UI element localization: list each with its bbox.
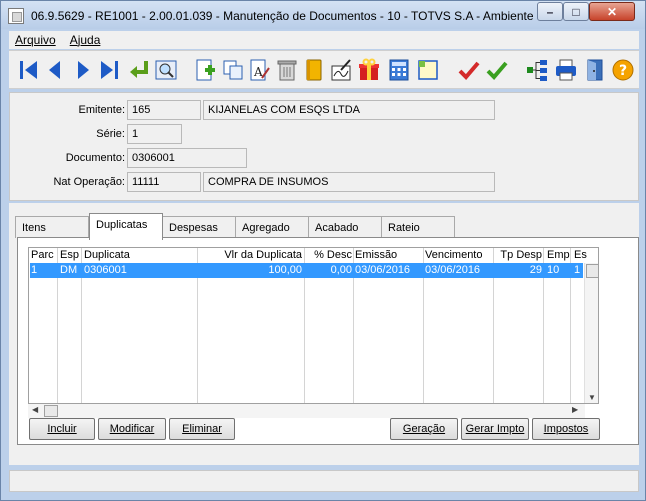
app-icon [8,8,24,24]
duplicatas-grid: Parc Esp Duplicata Vlr da Duplicata % De… [28,247,599,404]
confirm-icon[interactable] [457,58,481,82]
minimize-button[interactable]: – [537,2,563,21]
goto-icon[interactable] [127,58,151,82]
col-header-emissao[interactable]: Emissão [355,249,397,261]
col-header-duplicata[interactable]: Duplicata [84,249,130,261]
scroll-left-arrow-icon[interactable]: ◀ [32,405,38,414]
tab-itens[interactable]: Itens [15,216,89,238]
confirm-all-icon[interactable] [485,58,509,82]
cell-vlr-duplicata[interactable]: 100,00 [198,264,302,276]
tabs-area: Itens Duplicatas Despesas Agregado Acaba… [9,203,639,465]
tab-duplicatas[interactable]: Duplicatas [89,213,163,240]
nat-operacao-label: Nat Operação: [53,176,125,188]
nat-operacao-desc-field[interactable]: COMPRA DE INSUMOS [203,172,495,192]
svg-text:?: ? [619,63,627,79]
eliminar-label: Eliminar [182,423,222,435]
maximize-button[interactable]: □ [563,2,589,21]
cell-duplicata[interactable]: 0306001 [84,264,127,276]
grid-horizontal-scrollbar[interactable]: ◀ ▶ [28,404,585,418]
cell-desc[interactable]: 0,00 [305,264,352,276]
serie-label: Série: [96,128,125,140]
col-header-tp-desp[interactable]: Tp Desp [494,249,542,261]
col-header-parc[interactable]: Parc [31,249,54,261]
delete-icon[interactable] [275,58,299,82]
gerar-impto-label: Gerar Impto [465,423,525,435]
last-record-icon[interactable] [97,58,121,82]
grid-vertical-scrollbar[interactable]: ▼ [584,263,598,403]
modificar-button[interactable]: Modificar [98,418,166,440]
previous-record-icon[interactable] [43,58,67,82]
menu-ajuda[interactable]: Ajuda [70,33,101,47]
cell-emissao[interactable]: 03/06/2016 [355,264,410,276]
horizontal-scroll-thumb[interactable] [44,405,58,417]
window-title: 06.9.5629 - RE1001 - 2.00.01.039 - Manut… [31,9,547,23]
geracao-button[interactable]: Geração [390,418,458,440]
col-header-desc[interactable]: % Desc [305,249,352,261]
toolbar: A ? [9,50,639,89]
help-icon[interactable]: ? [611,58,635,82]
incluir-button[interactable]: Incluir [29,418,95,440]
emitente-name-field[interactable]: KIJANELAS COM ESQS LTDA [203,100,495,120]
emitente-label: Emitente: [78,104,125,116]
sign-icon[interactable] [329,58,353,82]
cell-esp[interactable]: DM [60,264,77,276]
cell-emp[interactable]: 10 [547,264,559,276]
impostos-button[interactable]: Impostos [532,418,600,440]
title-bar[interactable]: 06.9.5629 - RE1001 - 2.00.01.039 - Manut… [1,1,645,29]
tab-acabado[interactable]: Acabado [308,216,382,238]
main-window: 06.9.5629 - RE1001 - 2.00.01.039 - Manut… [0,0,646,501]
scroll-right-arrow-icon[interactable]: ▶ [572,405,578,414]
col-header-vencimento[interactable]: Vencimento [425,249,482,261]
book-icon[interactable] [302,58,326,82]
duplicatas-panel: Parc Esp Duplicata Vlr da Duplicata % De… [17,237,639,445]
nat-operacao-code-field[interactable]: 11111 [127,172,201,192]
first-record-icon[interactable] [17,58,41,82]
cell-tp-desp[interactable]: 29 [494,264,542,276]
geracao-label: Geração [402,423,446,435]
eliminar-button[interactable]: Eliminar [169,418,235,440]
gerar-impto-button[interactable]: Gerar Impto [461,418,529,440]
note-icon[interactable] [416,58,440,82]
new-record-icon[interactable] [193,58,217,82]
cell-parc[interactable]: 1 [31,264,37,276]
tree-icon[interactable] [525,58,549,82]
next-record-icon[interactable] [71,58,95,82]
cell-es[interactable]: 1 [574,264,580,276]
svg-text:A: A [253,65,263,79]
incluir-label: Incluir [47,423,77,435]
close-button[interactable]: ✕ [589,2,635,21]
gift-icon[interactable] [357,58,381,82]
tab-agregado[interactable]: Agregado [235,216,309,238]
menu-arquivo[interactable]: Arquivo [15,33,56,47]
col-header-vlr-duplicata[interactable]: Vlr da Duplicata [198,249,302,261]
col-header-emp[interactable]: Emp [547,249,570,261]
print-icon[interactable] [554,58,578,82]
impostos-label: Impostos [543,423,589,435]
document-header-panel: Emitente: 165 KIJANELAS COM ESQS LTDA Sé… [9,92,639,201]
search-icon[interactable] [154,58,178,82]
serie-field[interactable]: 1 [127,124,182,144]
tab-rateio[interactable]: Rateio [381,216,455,238]
scroll-thumb[interactable] [586,264,598,278]
tab-despesas[interactable]: Despesas [162,216,236,238]
documento-field[interactable]: 0306001 [127,148,247,168]
menu-bar: Arquivo Ajuda [9,31,639,49]
modificar-label: Modificar [109,423,155,435]
edit-icon[interactable]: A [247,58,271,82]
calculator-icon[interactable] [387,58,411,82]
emitente-code-field[interactable]: 165 [127,100,201,120]
exit-icon[interactable] [583,58,607,82]
cell-vencimento[interactable]: 03/06/2016 [425,264,480,276]
col-header-esp[interactable]: Esp [60,249,79,261]
scroll-down-arrow-icon[interactable]: ▼ [588,393,596,402]
status-bar [9,470,639,492]
col-header-es[interactable]: Es [574,249,587,261]
documento-label: Documento: [65,152,125,164]
copy-icon[interactable] [221,58,245,82]
